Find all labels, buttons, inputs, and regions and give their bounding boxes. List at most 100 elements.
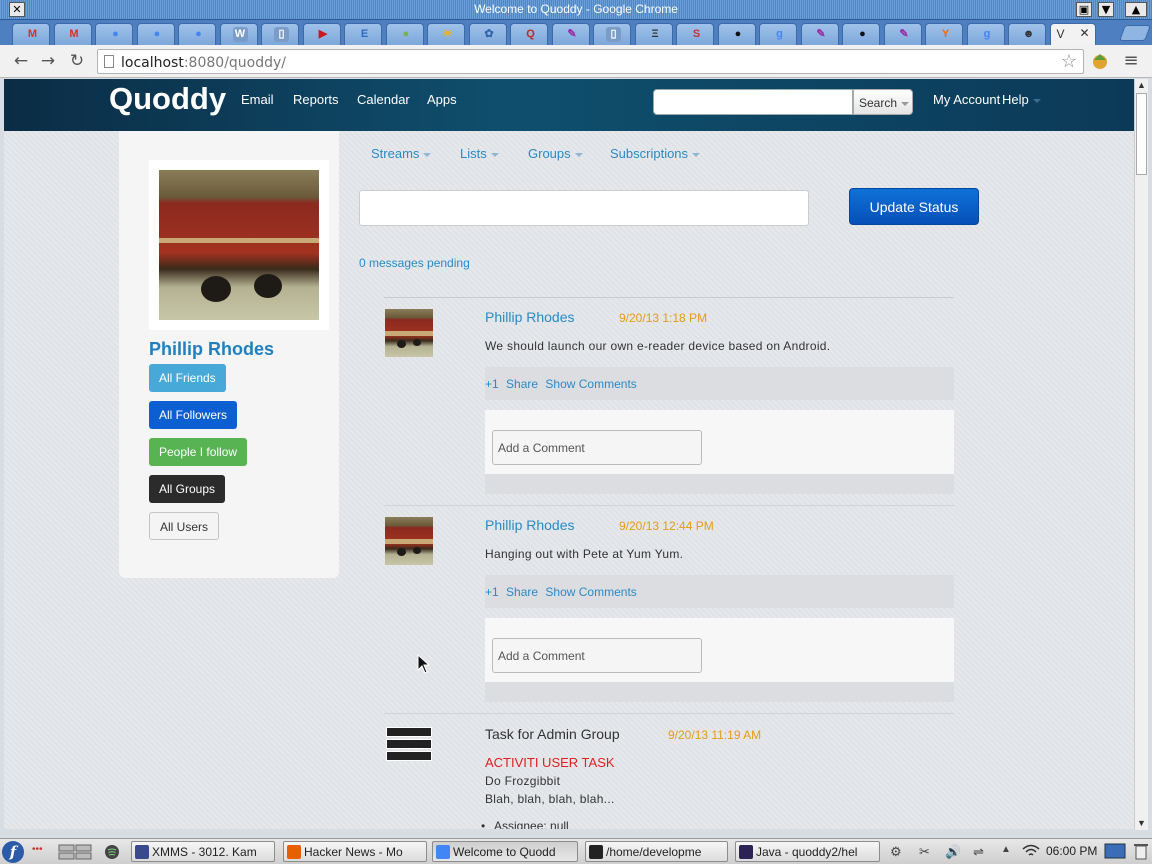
chrome-menu-icon[interactable]: ≡ [1120,51,1142,71]
browser-tab[interactable]: ▯ [593,23,631,45]
network-icon[interactable]: ⇌ [973,844,984,860]
taskbar-task[interactable]: /home/developme [585,841,728,862]
post-author-avatar[interactable] [385,309,433,357]
add-comment-input[interactable]: Add a Comment [492,430,702,465]
s-icon: S [692,28,701,40]
show-comments-link[interactable]: Show Comments [545,585,636,599]
nav-help[interactable]: Help [1002,92,1041,107]
browser-tab[interactable]: g [759,23,797,45]
share-link[interactable]: Share [506,585,538,599]
browser-tab[interactable]: Q [510,23,548,45]
tab-close-icon[interactable]: ✕ [1079,26,1089,40]
browser-tab[interactable]: M [12,23,50,45]
scroll-down-icon[interactable]: ▼ [1135,817,1148,830]
taskbar-task[interactable]: XMMS - 3012. Kam [131,841,275,862]
all-groups-button[interactable]: All Groups [149,475,226,503]
site-brand[interactable]: Quoddy [109,81,226,117]
tray-up-arrow-icon[interactable]: ▲ [1001,844,1011,855]
browser-tab[interactable]: M [53,23,92,45]
reload-icon[interactable]: ↻ [66,51,88,71]
window-maximize-icon[interactable]: ▲ [1125,2,1147,17]
all-friends-button[interactable]: All Friends [149,364,226,392]
post-divider [384,505,954,506]
xmms-icon [135,845,149,859]
wifi-icon[interactable] [1022,844,1040,861]
browser-tab[interactable]: g [966,23,1005,45]
back-arrow-icon[interactable]: ← [10,51,32,71]
dots-icon[interactable]: ••• [32,844,43,855]
plus-one-link[interactable]: +1 [485,585,499,599]
volume-icon[interactable]: 🔊 [945,844,961,860]
post-author[interactable]: Phillip Rhodes [485,309,575,325]
site-navbar: Quoddy Email Reports Calendar Apps Searc… [4,79,1134,131]
browser-tab[interactable]: ✎ [883,23,922,45]
browser-tab[interactable]: ☻ [1008,23,1046,45]
plus-one-link[interactable]: +1 [485,377,499,391]
status-input[interactable] [359,190,809,226]
browser-tab[interactable]: Ξ [634,23,673,45]
add-comment-input[interactable]: Add a Comment [492,638,702,673]
scroll-up-icon[interactable]: ▲ [1135,79,1148,92]
browser-tab[interactable]: ✎ [551,23,590,45]
browser-tab[interactable]: ● [717,23,756,45]
all-followers-button[interactable]: All Followers [149,401,238,429]
browser-tab[interactable]: E [344,23,382,45]
scrollbar-thumb[interactable] [1136,93,1147,175]
browser-tab[interactable]: S [676,23,714,45]
page-scrollbar[interactable]: ▲ ▼ [1134,79,1148,830]
taskbar-task[interactable]: Hacker News - Mo [283,841,427,862]
taskbar-task[interactable]: Welcome to Quodd [432,841,578,862]
show-desktop-icon[interactable] [1104,842,1126,863]
extension-icon[interactable] [1090,51,1110,71]
nav-my-account[interactable]: My Account [933,92,1000,107]
task-title[interactable]: Task for Admin Group [485,726,620,742]
post-author[interactable]: Phillip Rhodes [485,517,575,533]
active-browser-tab[interactable]: V ✕ [1049,23,1096,45]
scissors-icon[interactable]: ✂ [919,844,930,860]
show-comments-link[interactable]: Show Comments [545,377,636,391]
subnav-groups[interactable]: Groups [528,146,583,161]
profile-name[interactable]: Phillip Rhodes [149,339,274,360]
subnav-subscriptions[interactable]: Subscriptions [610,146,701,161]
all-users-button[interactable]: All Users [149,512,220,540]
nav-email[interactable]: Email [241,92,274,107]
browser-tab[interactable]: ▶ [302,23,341,45]
update-status-button[interactable]: Update Status [849,188,979,225]
window-minimize-icon[interactable]: ▼ [1098,2,1114,17]
nav-calendar[interactable]: Calendar [357,92,410,107]
browser-tab[interactable]: ● [136,23,175,45]
browser-tab[interactable]: ✳ [427,23,465,45]
address-bar[interactable]: localhost:8080/quoddy/ ☆ [97,49,1084,74]
browser-tab[interactable]: Y [925,23,963,45]
site-search-input[interactable] [653,89,853,115]
subnav-lists[interactable]: Lists [460,146,499,161]
browser-tab[interactable]: ● [178,23,216,45]
address-url[interactable]: localhost:8080/quoddy/ [121,55,286,71]
browser-tab[interactable]: ✿ [468,23,507,45]
people-i-follow-button[interactable]: People I follow [149,438,248,466]
spotify-icon[interactable] [104,844,120,863]
browser-tab[interactable]: ▯ [261,23,299,45]
trash-icon[interactable] [1134,842,1148,863]
post-author-avatar[interactable] [385,517,433,565]
nav-reports[interactable]: Reports [293,92,339,107]
profile-avatar[interactable] [149,160,329,330]
fedora-menu-icon[interactable]: f [2,841,24,863]
messages-pending-link[interactable]: 0 messages pending [359,256,470,270]
workspace-switcher-icon[interactable] [58,844,92,863]
gear-icon[interactable]: ⚙ [890,844,902,860]
browser-tab[interactable]: ● [385,23,424,45]
gmail-icon: M [27,28,38,40]
browser-tab[interactable]: ● [842,23,880,45]
taskbar-task[interactable]: Java - quoddy2/hel [735,841,880,862]
subnav-streams[interactable]: Streams [371,146,432,161]
site-search-button[interactable]: Search [853,89,913,115]
bookmark-star-icon[interactable]: ☆ [1061,51,1077,72]
share-link[interactable]: Share [506,377,538,391]
window-restore-icon[interactable]: ▣ [1076,2,1092,17]
nav-apps[interactable]: Apps [427,92,457,107]
browser-tab[interactable]: W [219,23,258,45]
forward-arrow-icon[interactable]: → [37,51,59,71]
browser-tab[interactable]: ✎ [800,23,839,45]
browser-tab[interactable]: ● [95,23,133,45]
